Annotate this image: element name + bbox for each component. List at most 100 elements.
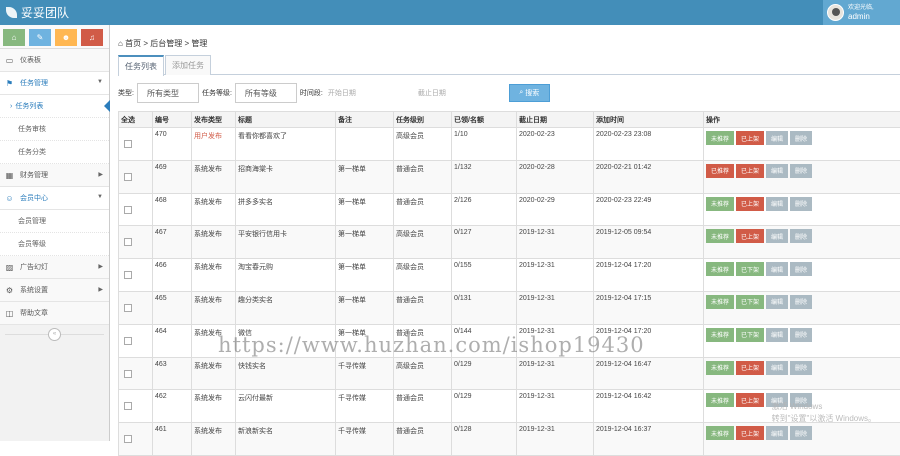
action-button-1[interactable]: 已上架	[736, 197, 764, 211]
action-button-1[interactable]: 已下架	[736, 262, 764, 276]
action-button-3[interactable]: 删除	[790, 426, 812, 440]
action-button-2[interactable]: 编辑	[766, 164, 788, 178]
cell-title[interactable]: 平安银行信用卡	[236, 226, 336, 259]
row-checkbox[interactable]	[124, 370, 132, 378]
action-button-1[interactable]: 已下架	[736, 328, 764, 342]
breadcrumb-home[interactable]: 首页	[125, 39, 141, 48]
sidebar-subitem-1-2[interactable]: 任务分类	[0, 141, 109, 164]
action-button-2[interactable]: 编辑	[766, 328, 788, 342]
row-checkbox[interactable]	[124, 337, 132, 345]
action-button-3[interactable]: 删除	[790, 197, 812, 211]
action-button-1[interactable]: 已下架	[736, 295, 764, 309]
action-button-2[interactable]: 编辑	[766, 229, 788, 243]
sidebar-item-0[interactable]: ▭仪表板	[0, 49, 109, 72]
table-row: 469系统发布招商海棠卡第一梯单普通会员1/1322020-02-282020-…	[119, 160, 900, 193]
action-button-0[interactable]: 未推荐	[706, 361, 734, 375]
row-actions: 未推荐已上架编辑删除	[706, 229, 900, 243]
action-button-3[interactable]: 删除	[790, 229, 812, 243]
action-button-3[interactable]: 删除	[790, 131, 812, 145]
leaf-icon	[6, 7, 17, 18]
action-button-2[interactable]: 编辑	[766, 262, 788, 276]
cell-title[interactable]: 云闪付最新	[236, 390, 336, 423]
action-button-0[interactable]: 未推荐	[706, 426, 734, 440]
row-checkbox[interactable]	[124, 206, 132, 214]
date-range-label: 时间段:	[300, 88, 323, 98]
end-date-input[interactable]: 截止日期	[413, 84, 503, 102]
action-button-0[interactable]: 未推荐	[706, 393, 734, 407]
column-header-4: 备注	[336, 112, 394, 128]
breadcrumb-level1[interactable]: 后台管理	[150, 39, 182, 48]
action-button-3[interactable]: 删除	[790, 295, 812, 309]
shortcut-button-2[interactable]: ☻	[55, 29, 77, 46]
user-menu[interactable]: 欢迎光临,admin	[823, 0, 900, 25]
sidebar-item-3[interactable]: ☺会员中心▼	[0, 187, 109, 210]
row-checkbox[interactable]	[124, 271, 132, 279]
collapse-double-chevron-icon[interactable]: «	[48, 328, 61, 341]
action-button-2[interactable]: 编辑	[766, 361, 788, 375]
cell-title[interactable]: 看看你都喜欢了	[236, 128, 336, 161]
action-button-1[interactable]: 已上架	[736, 131, 764, 145]
action-button-0[interactable]: 未推荐	[706, 229, 734, 243]
cell-title[interactable]: 淘宝春元购	[236, 259, 336, 292]
chevron-right-icon: ▶	[98, 263, 103, 270]
tab-add-task[interactable]: 添加任务	[165, 55, 211, 75]
sidebar-item-5[interactable]: ⚙系统设置▶	[0, 279, 109, 302]
row-checkbox[interactable]	[124, 435, 132, 443]
search-button[interactable]: ⌕ 搜索	[509, 84, 550, 102]
action-button-2[interactable]: 编辑	[766, 295, 788, 309]
action-button-0[interactable]: 未推荐	[706, 328, 734, 342]
cell-quota: 0/131	[452, 291, 517, 324]
cell-title[interactable]: 拼多多实名	[236, 193, 336, 226]
row-checkbox[interactable]	[124, 304, 132, 312]
level-select[interactable]: 所有等级	[235, 83, 297, 103]
action-button-1[interactable]: 已上架	[736, 426, 764, 440]
shortcut-button-0[interactable]: ⌂	[3, 29, 25, 46]
cell-deadline: 2019-12-31	[517, 226, 594, 259]
row-checkbox[interactable]	[124, 140, 132, 148]
action-button-1[interactable]: 已上架	[736, 229, 764, 243]
action-button-0[interactable]: 未推荐	[706, 197, 734, 211]
action-button-2[interactable]: 编辑	[766, 426, 788, 440]
type-select[interactable]: 所有类型	[137, 83, 199, 103]
sidebar-item-2[interactable]: ▦财务管理▶	[0, 164, 109, 187]
action-button-1[interactable]: 已上架	[736, 361, 764, 375]
sidebar-collapse[interactable]: «	[0, 325, 109, 343]
sidebar-subitem-1-0[interactable]: ›任务列表	[0, 95, 109, 118]
activation-line2: 转到"设置"以激活 Windows。	[772, 413, 876, 425]
sidebar-subitem-1-1[interactable]: 任务审核	[0, 118, 109, 141]
row-checkbox[interactable]	[124, 173, 132, 181]
column-header-0[interactable]: 全选	[119, 112, 153, 128]
cell-title[interactable]: 快钱实名	[236, 357, 336, 390]
shortcut-button-1[interactable]: ✎	[29, 29, 51, 46]
sidebar-item-4[interactable]: ▨广告幻灯▶	[0, 256, 109, 279]
action-button-3[interactable]: 删除	[790, 328, 812, 342]
sidebar-item-1[interactable]: ⚑任务管理▼	[0, 72, 109, 95]
action-button-2[interactable]: 编辑	[766, 131, 788, 145]
level-label: 任务等级:	[202, 88, 232, 98]
row-checkbox[interactable]	[124, 238, 132, 246]
action-button-3[interactable]: 删除	[790, 164, 812, 178]
action-button-1[interactable]: 已上架	[736, 393, 764, 407]
sidebar-item-label: 系统设置	[20, 285, 48, 295]
action-button-0[interactable]: 已推荐	[706, 164, 734, 178]
cell-title[interactable]: 趣分类实名	[236, 291, 336, 324]
cell-id: 467	[153, 226, 192, 259]
action-button-3[interactable]: 删除	[790, 361, 812, 375]
action-button-2[interactable]: 编辑	[766, 197, 788, 211]
sidebar-subitem-3-0[interactable]: 会员管理	[0, 210, 109, 233]
sidebar-subitem-3-1[interactable]: 会员等级	[0, 233, 109, 256]
action-button-0[interactable]: 未推荐	[706, 295, 734, 309]
tab-task-list[interactable]: 任务列表	[118, 55, 164, 76]
action-button-0[interactable]: 未推荐	[706, 131, 734, 145]
sidebar-item-6[interactable]: ◫帮助文章	[0, 302, 109, 325]
cell-title[interactable]: 招商海棠卡	[236, 160, 336, 193]
start-date-input[interactable]: 开始日期	[323, 84, 413, 102]
row-checkbox[interactable]	[124, 402, 132, 410]
cell-added: 2020-02-23 22:49	[594, 193, 704, 226]
action-button-1[interactable]: 已上架	[736, 164, 764, 178]
action-button-0[interactable]: 未推荐	[706, 262, 734, 276]
action-button-3[interactable]: 删除	[790, 262, 812, 276]
brand-logo[interactable]: 妥妥团队	[6, 4, 69, 21]
cell-title[interactable]: 新浪新实名	[236, 423, 336, 456]
shortcut-button-3[interactable]: ♫	[81, 29, 103, 46]
